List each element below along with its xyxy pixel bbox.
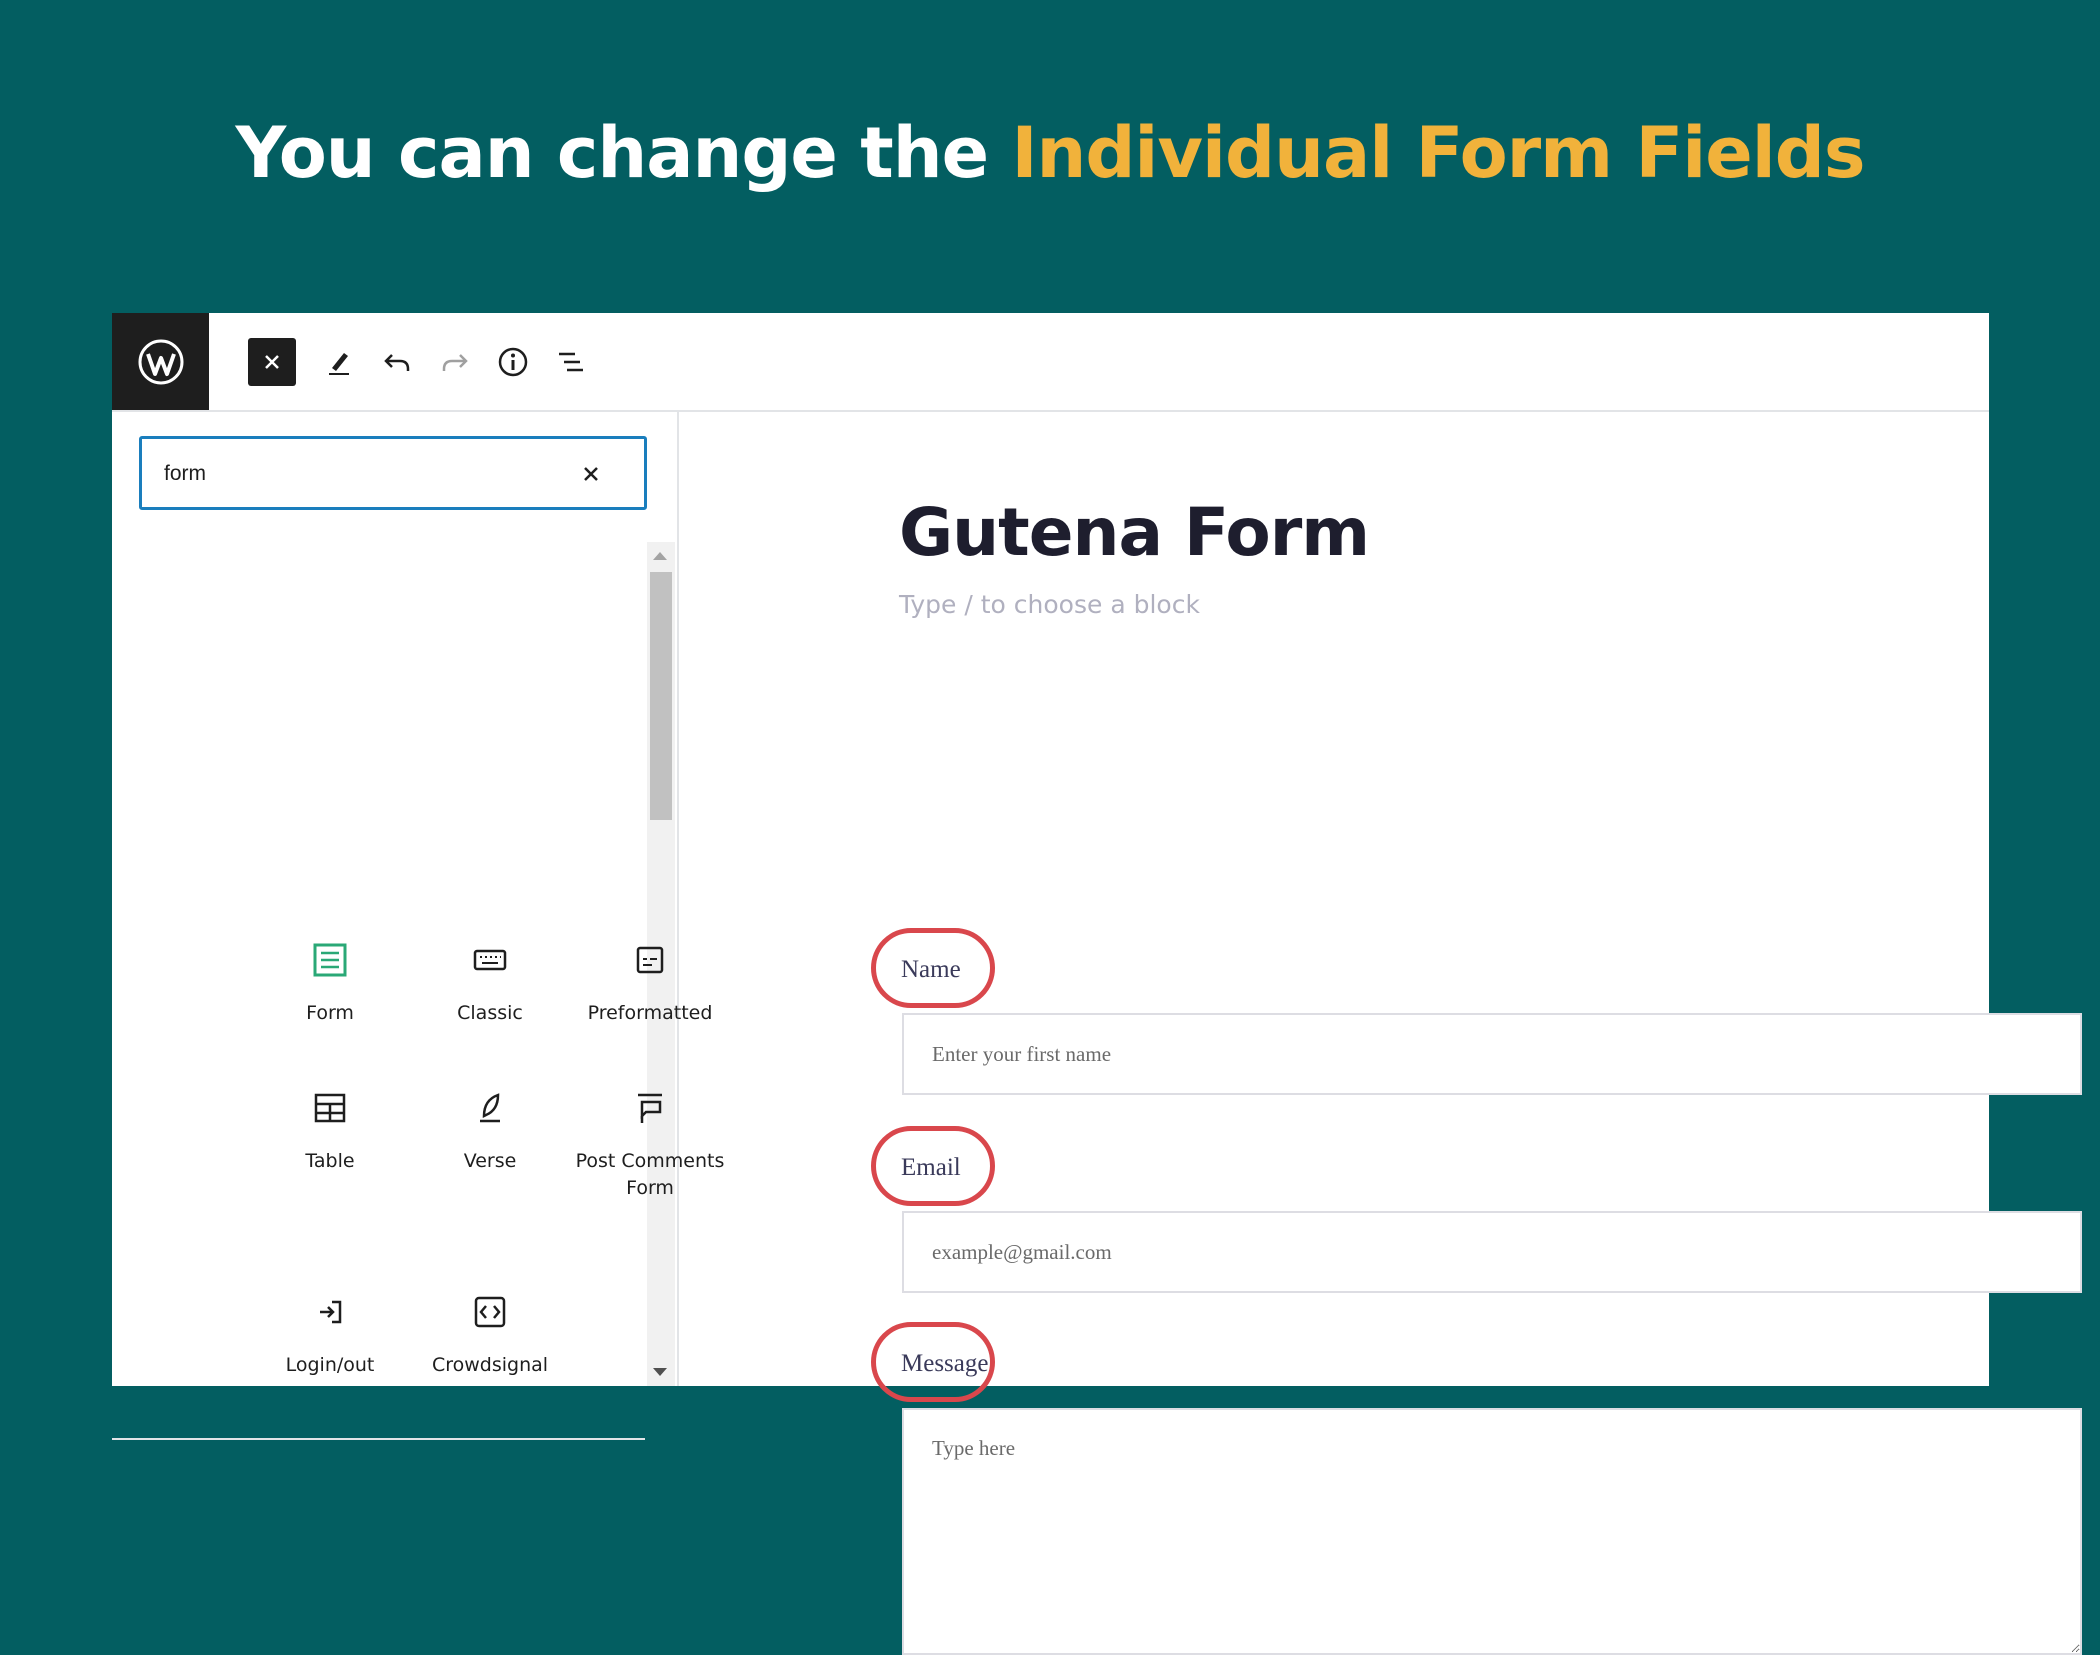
list-view-icon[interactable]: [547, 338, 595, 386]
form-icon: [313, 943, 347, 977]
table-icon: [314, 1093, 346, 1123]
email-field[interactable]: [902, 1211, 2082, 1293]
block-verse[interactable]: Verse: [415, 1090, 565, 1175]
close-icon[interactable]: [578, 461, 604, 487]
quill-icon: [480, 1093, 500, 1123]
preformatted-icon: [636, 946, 664, 974]
block-search[interactable]: [139, 436, 647, 510]
block-label: Verse: [463, 1150, 517, 1172]
page-title[interactable]: Gutena Form: [899, 494, 1370, 571]
headline: You can change the Individual Form Field…: [0, 112, 2100, 194]
editor-canvas: Gutena Form Type / to choose a block Nam…: [679, 412, 2082, 1655]
block-label: Form: [306, 1002, 354, 1024]
field-label-email[interactable]: Email: [901, 1154, 961, 1182]
headline-prefix: You can change the: [235, 112, 1012, 194]
redo-icon[interactable]: [431, 338, 479, 386]
block-login-out[interactable]: Login/out: [255, 1294, 405, 1379]
info-icon[interactable]: [489, 338, 537, 386]
block-form[interactable]: Form: [255, 942, 405, 1027]
block-label: Login/out: [285, 1354, 375, 1376]
block-crowdsignal[interactable]: Crowdsignal: [415, 1294, 565, 1379]
code-icon: [474, 1296, 506, 1328]
message-field[interactable]: [902, 1408, 2082, 1655]
block-label: Classic: [457, 1002, 523, 1024]
block-inserter: Form Classic Preformatted Table Verse Po…: [112, 412, 724, 1440]
block-search-input[interactable]: [162, 457, 566, 491]
block-placeholder[interactable]: Type / to choose a block: [899, 590, 1200, 619]
block-label: Crowdsignal: [431, 1354, 549, 1376]
block-table[interactable]: Table: [255, 1090, 405, 1175]
wordpress-icon[interactable]: [112, 313, 209, 410]
divider: [112, 1438, 645, 1440]
scrollbar-thumb[interactable]: [650, 572, 672, 820]
field-label-message[interactable]: Message: [901, 1350, 988, 1378]
editor-window: Form Classic Preformatted Table Verse Po…: [112, 313, 2082, 1655]
close-icon[interactable]: [248, 338, 296, 386]
scroll-up-arrow[interactable]: [653, 552, 667, 560]
scroll-down-arrow[interactable]: [653, 1368, 667, 1376]
editor-toolbar: [112, 313, 1989, 412]
keyboard-icon: [473, 949, 507, 971]
comments-form-icon: [638, 1093, 662, 1123]
block-classic[interactable]: Classic: [415, 942, 565, 1027]
undo-icon[interactable]: [373, 338, 421, 386]
pencil-icon[interactable]: [315, 338, 363, 386]
field-label-name[interactable]: Name: [901, 956, 961, 984]
name-field[interactable]: [902, 1013, 2082, 1095]
headline-accent: Individual Form Fields: [1011, 112, 1865, 194]
login-icon: [320, 1300, 342, 1324]
block-label: Table: [305, 1150, 355, 1172]
